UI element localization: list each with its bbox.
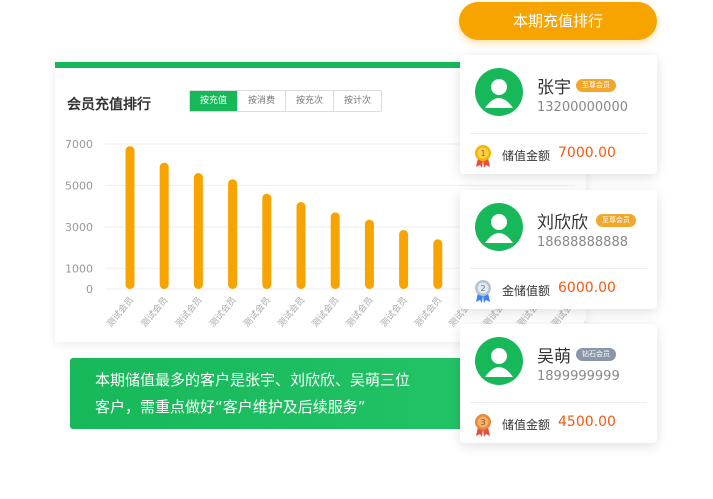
y-tick-label: 1000 [65,262,93,275]
member-name: 张宇 [537,78,571,98]
amount-value: 7000.00 [558,145,616,161]
bronze-medal-icon: 3 [473,413,493,441]
avatar-icon [475,337,523,385]
silver-medal-icon: 2 [473,279,493,307]
member-card-2[interactable]: 刘欣欣 至尊会员 18688888888 2 金储值额 6000.00 [460,190,657,309]
amount-label: 金储值额 [502,284,551,298]
y-tick-label: 3000 [65,221,93,234]
x-tick-label: 测试会员 [104,294,136,329]
bar[interactable] [262,193,272,289]
member-name: 吴萌 [537,347,571,367]
bar[interactable] [433,239,443,289]
x-tick-label: 测试会员 [309,294,341,329]
x-tick-label: 测试会员 [378,294,410,329]
y-tick-label: 0 [86,283,93,296]
bar[interactable] [159,162,169,289]
x-tick-label: 测试会员 [172,294,204,329]
member-phone: 13200000000 [537,100,628,115]
svg-text:3: 3 [480,418,485,427]
x-tick-label: 测试会员 [207,294,239,329]
bar[interactable] [193,173,203,289]
amount-label: 储值金额 [502,418,551,432]
divider [470,268,647,269]
amount-value: 6000.00 [558,280,616,296]
member-name: 刘欣欣 [537,213,588,233]
svg-text:2: 2 [480,284,485,293]
member-phone: 1899999999 [537,369,620,384]
gold-medal-icon: 1 [473,144,493,172]
summary-line-2: 客户，需重点做好“客户维护及后续服务” [95,398,366,416]
bar[interactable] [330,212,340,289]
divider [470,402,647,403]
amount-label: 储值金额 [502,149,551,163]
bar[interactable] [125,146,135,289]
member-card-3[interactable]: 吴萌 钻石会员 1899999999 3 储值金额 4500.00 [460,324,657,443]
member-level-badge: 钻石会员 [576,348,616,361]
svg-text:1: 1 [480,149,485,158]
x-tick-label: 测试会员 [138,294,170,329]
avatar-icon [475,203,523,251]
member-level-badge: 至尊会员 [576,79,616,92]
member-phone: 18688888888 [537,235,628,250]
bar[interactable] [399,229,409,289]
summary-line-1: 本期储值最多的客户是张宇、刘欣欣、吴萌三位 [95,371,411,389]
bar[interactable] [296,202,306,289]
summary-banner: 本期储值最多的客户是张宇、刘欣欣、吴萌三位 客户，需重点做好“客户维护及后续服务… [70,358,470,429]
x-tick-label: 测试会员 [275,294,307,329]
x-tick-label: 测试会员 [241,294,273,329]
amount-value: 4500.00 [558,414,616,430]
x-tick-label: 测试会员 [343,294,375,329]
ranking-title-button[interactable]: 本期充值排行 [459,2,657,40]
divider [470,133,647,134]
member-card-1[interactable]: 张宇 至尊会员 13200000000 1 储值金额 7000.00 [460,55,657,174]
avatar-icon [475,68,523,116]
y-tick-label: 5000 [65,179,93,192]
member-level-badge: 至尊会员 [596,214,636,227]
x-tick-label: 测试会员 [412,294,444,329]
bar[interactable] [228,179,238,289]
bar[interactable] [364,219,374,289]
y-tick-label: 7000 [65,138,93,151]
